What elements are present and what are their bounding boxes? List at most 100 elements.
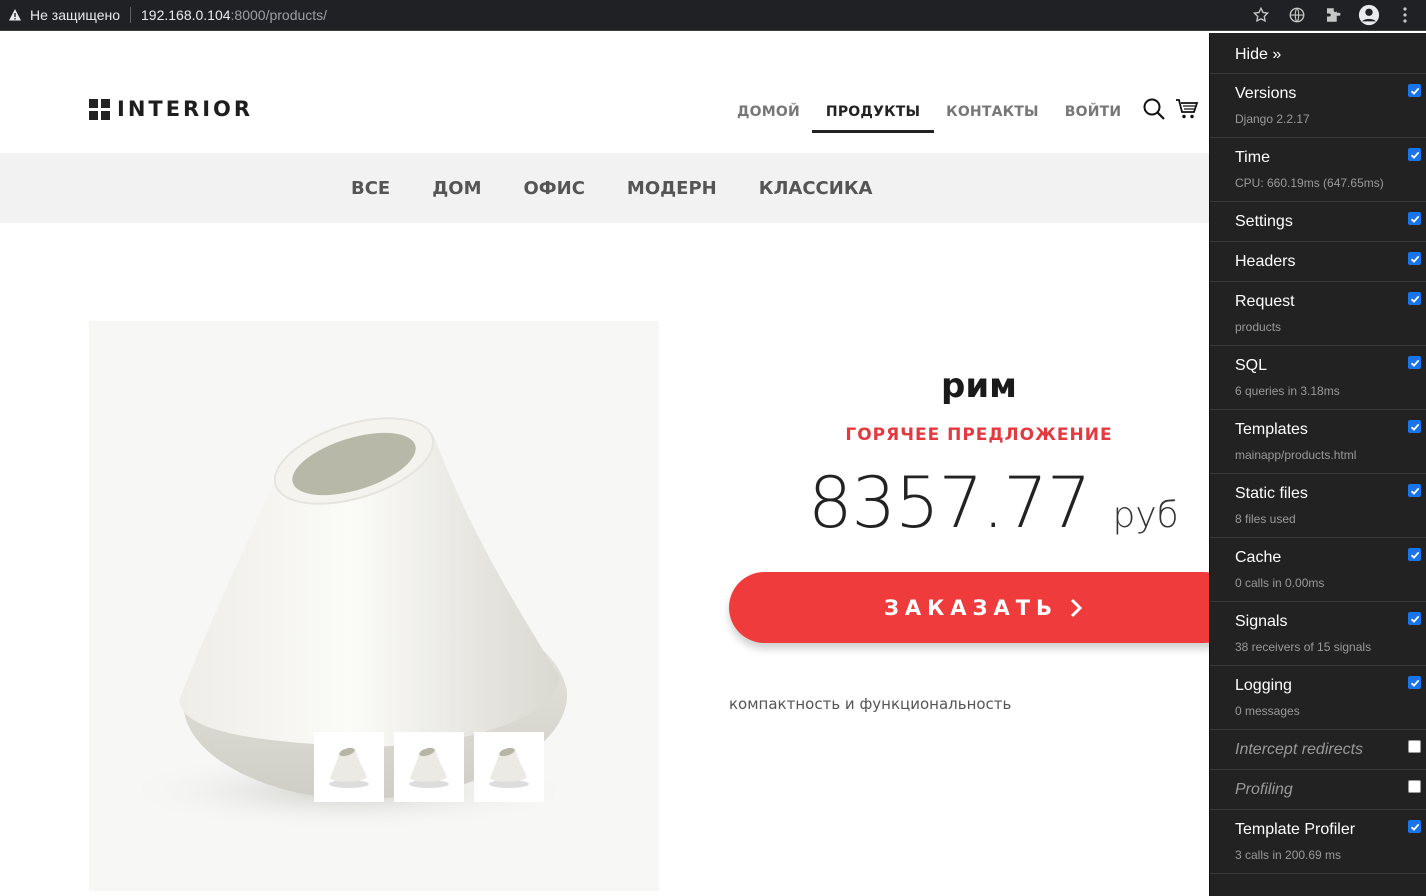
debug-panel-checkbox[interactable]	[1408, 252, 1421, 265]
product-title: рим	[941, 366, 1017, 406]
debug-panel-list: Versions Django 2.2.17 Time CPU: 660.19ms (…	[1210, 74, 1426, 874]
star-icon[interactable]	[1250, 4, 1272, 26]
warning-icon	[9, 9, 21, 21]
category-office[interactable]: ОФИС	[523, 178, 584, 199]
url-host[interactable]: 192.168.0.104	[141, 7, 231, 23]
debug-panel-checkbox[interactable]	[1408, 292, 1421, 305]
debug-panel-summary: 0 calls in 0.00ms	[1235, 576, 1325, 590]
debug-panel-name: Intercept redirects	[1235, 741, 1364, 758]
debug-panel-summary: mainapp/products.html	[1235, 448, 1357, 462]
debug-panel-summary: Django 2.2.17	[1235, 112, 1310, 126]
debug-toolbar: Hide » Versions Django 2.2.17 Time CPU: 660…	[1209, 33, 1426, 896]
order-button[interactable]: ЗАКАЗАТЬ	[729, 572, 1239, 643]
debug-panel-checkbox[interactable]	[1408, 820, 1421, 833]
nav-login[interactable]: ВОЙТИ	[1065, 104, 1122, 130]
order-button-label: ЗАКАЗАТЬ	[883, 595, 1059, 620]
debug-panel-settings[interactable]: Settings	[1210, 202, 1426, 242]
debug-panel-name: Cache	[1235, 549, 1282, 566]
debug-panel-checkbox[interactable]	[1408, 356, 1421, 369]
debug-panel-headers[interactable]: Headers	[1210, 242, 1426, 282]
debug-panel-checkbox[interactable]	[1408, 780, 1421, 793]
main-nav: ДОМОЙ ПРОДУКТЫ КОНТАКТЫ ВОЙТИ	[737, 104, 1147, 133]
debug-panel-name: Time	[1235, 149, 1270, 166]
site-logo[interactable]: INTERIOR	[89, 97, 253, 121]
category-home[interactable]: ДОМ	[432, 178, 481, 199]
debug-panel-name: Request	[1235, 293, 1295, 310]
debug-panel-request[interactable]: Request products	[1210, 282, 1426, 346]
debug-panel-name: Templates	[1235, 421, 1308, 438]
debug-panel-summary: 38 receivers of 15 signals	[1235, 640, 1372, 654]
price: 8357.77 руб	[808, 462, 1179, 544]
debug-panel-summary: 6 queries in 3.18ms	[1235, 384, 1340, 398]
thumbnail[interactable]	[394, 732, 464, 802]
debug-panel-checkbox[interactable]	[1408, 676, 1421, 689]
debug-panel-logging[interactable]: Logging 0 messages	[1210, 666, 1426, 730]
debug-panel-name: Template Profiler	[1235, 821, 1356, 838]
vase-illustration	[119, 417, 579, 831]
cart-icon[interactable]	[1175, 97, 1199, 121]
price-currency: руб	[1112, 495, 1179, 536]
address-bar[interactable]: Не защищено 192.168.0.104:8000/products/	[8, 3, 327, 27]
debug-panel-checkbox[interactable]	[1408, 84, 1421, 97]
nav-products[interactable]: ПРОДУКТЫ	[811, 104, 935, 133]
category-bar: ВСЕ ДОМ ОФИС МОДЕРН КЛАССИКА	[0, 153, 1209, 223]
security-status[interactable]: Не защищено	[30, 7, 120, 23]
hide-toolbar-link[interactable]: Hide »	[1210, 33, 1426, 74]
globe-icon[interactable]	[1286, 4, 1308, 26]
debug-panel-profiling[interactable]: Profiling	[1210, 770, 1426, 810]
category-list: ВСЕ ДОМ ОФИС МОДЕРН КЛАССИКА	[351, 153, 914, 223]
extensions-icon[interactable]	[1322, 4, 1344, 26]
logo-text: INTERIOR	[117, 97, 254, 121]
debug-panel-name: Versions	[1235, 85, 1297, 102]
debug-panel-intercept-redirects[interactable]: Intercept redirects	[1210, 730, 1426, 770]
debug-panel-checkbox[interactable]	[1408, 420, 1421, 433]
debug-panel-name: Settings	[1235, 213, 1293, 230]
category-modern[interactable]: МОДЕРН	[627, 178, 717, 199]
search-icon[interactable]	[1142, 97, 1166, 121]
hot-offer-label: ГОРЯЧЕЕ ПРЕДЛОЖЕНИЕ	[845, 425, 1113, 445]
product-description: компактность и функциональность	[729, 695, 1012, 713]
debug-panel-signals[interactable]: Signals 38 receivers of 15 signals	[1210, 602, 1426, 666]
debug-panel-summary: products	[1235, 320, 1282, 334]
browser-toolbar: Не защищено 192.168.0.104:8000/products/	[0, 0, 1426, 31]
debug-panel-summary: 8 files used	[1235, 512, 1296, 526]
debug-panel-static-files[interactable]: Static files 8 files used	[1210, 474, 1426, 538]
menu-icon[interactable]	[1394, 4, 1416, 26]
debug-panel-name: Static files	[1235, 485, 1308, 502]
browser-actions	[1250, 4, 1416, 26]
debug-panel-name: SQL	[1235, 357, 1268, 374]
debug-panel-summary: 3 calls in 200.69 ms	[1235, 848, 1342, 862]
debug-panel-checkbox[interactable]	[1408, 548, 1421, 561]
debug-panel-checkbox[interactable]	[1408, 212, 1421, 225]
debug-panel-summary: CPU: 660.19ms (647.65ms)	[1235, 176, 1384, 190]
debug-panel-cache[interactable]: Cache 0 calls in 0.00ms	[1210, 538, 1426, 602]
price-value: 8357.77	[808, 462, 1091, 544]
category-classic[interactable]: КЛАССИКА	[759, 178, 873, 199]
category-all[interactable]: ВСЕ	[351, 178, 390, 199]
debug-panel-checkbox[interactable]	[1408, 484, 1421, 497]
debug-panel-sql[interactable]: SQL 6 queries in 3.18ms	[1210, 346, 1426, 410]
product-image	[89, 321, 659, 891]
debug-panel-name: Signals	[1235, 613, 1288, 630]
debug-panel-name: Headers	[1235, 253, 1296, 270]
thumbnail[interactable]	[474, 732, 544, 802]
url-path[interactable]: :8000/products/	[231, 7, 328, 23]
chevron-right-icon	[1070, 598, 1083, 617]
debug-panel-template-profiler[interactable]: Template Profiler 3 calls in 200.69 ms	[1210, 810, 1426, 874]
profile-icon[interactable]	[1358, 4, 1380, 26]
debug-panel-templates[interactable]: Templates mainapp/products.html	[1210, 410, 1426, 474]
debug-panel-versions[interactable]: Versions Django 2.2.17	[1210, 74, 1426, 138]
debug-panel-summary: 0 messages	[1235, 704, 1300, 718]
logo-mark-icon	[89, 98, 110, 120]
thumbnail[interactable]	[314, 732, 384, 802]
thumbnail-strip	[314, 732, 544, 802]
address-divider	[130, 7, 131, 23]
debug-panel-name: Logging	[1235, 677, 1292, 694]
debug-panel-time[interactable]: Time CPU: 660.19ms (647.65ms)	[1210, 138, 1426, 202]
debug-panel-checkbox[interactable]	[1408, 148, 1421, 161]
nav-contacts[interactable]: КОНТАКТЫ	[946, 104, 1039, 130]
nav-home[interactable]: ДОМОЙ	[737, 104, 800, 130]
debug-panel-name: Profiling	[1235, 781, 1293, 798]
debug-panel-checkbox[interactable]	[1408, 612, 1421, 625]
debug-panel-checkbox[interactable]	[1408, 740, 1421, 753]
